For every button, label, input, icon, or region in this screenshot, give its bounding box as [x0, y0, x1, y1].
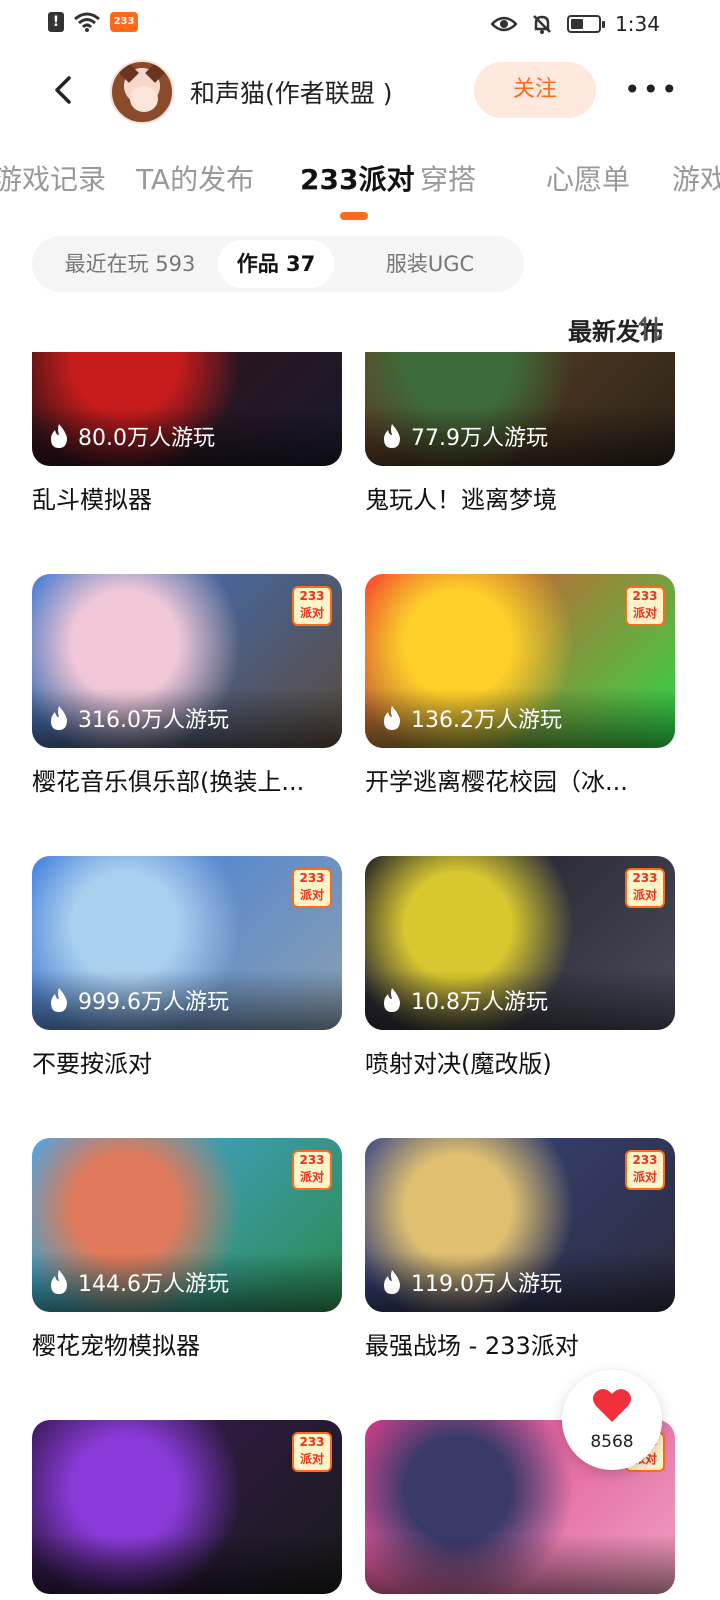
game-title[interactable]: 樱花宠物模拟器 [32, 1326, 342, 1361]
status-bar: ! 233 1:34 [0, 0, 720, 48]
game-title[interactable]: 最强战场 - 233派对 [365, 1326, 675, 1361]
chevron-left-icon [55, 76, 71, 104]
tab-outfits[interactable]: 穿搭 [420, 158, 476, 198]
game-card[interactable]: 233派对 10.8万人游玩喷射对决(魔改版) [365, 856, 675, 1079]
play-count: 136.2万人游玩 [381, 702, 562, 734]
party-badge-icon: 233派对 [292, 586, 332, 626]
party-badge-icon: 233派对 [292, 1150, 332, 1190]
game-card[interactable]: 233派对 136.2万人游玩开学逃离樱花校园（冰... [365, 574, 675, 797]
alert-icon: ! [48, 12, 64, 32]
game-title[interactable]: 开学逃离樱花校园（冰... [365, 762, 675, 797]
heart-icon [593, 1388, 631, 1422]
play-count: 316.0万人游玩 [48, 702, 229, 734]
party-badge-icon: 233派对 [625, 868, 665, 908]
game-thumbnail[interactable]: 233派对 10.8万人游玩 [365, 856, 675, 1030]
game-title[interactable]: 喷射对决(魔改版) [365, 1044, 675, 1079]
tab-233-party[interactable]: 233派对 [300, 158, 414, 198]
like-button[interactable]: 8568 [562, 1370, 662, 1470]
game-thumbnail[interactable]: 233派对 136.2万人游玩 [365, 574, 675, 748]
game-thumbnail[interactable]: 233派对 144.6万人游玩 [32, 1138, 342, 1312]
party-badge-icon: 233派对 [625, 1150, 665, 1190]
tab-wishlist[interactable]: 心愿单 [546, 158, 630, 198]
eye-icon [491, 16, 518, 32]
back-button[interactable] [44, 70, 84, 110]
flame-icon [51, 988, 67, 1012]
flame-icon [384, 424, 400, 448]
mute-bell-icon [533, 15, 551, 34]
follow-button[interactable]: 关注 [474, 62, 596, 118]
tab-publications[interactable]: TA的发布 [136, 158, 254, 198]
app-notification-icon: 233 [110, 12, 138, 32]
tab-game-records[interactable]: 游戏记录 [0, 158, 106, 198]
filter-works[interactable]: 作品 37 [218, 240, 334, 288]
play-count-text: 136.2万人游玩 [411, 708, 562, 733]
game-card[interactable]: 233派对 144.6万人游玩樱花宠物模拟器 [32, 1138, 342, 1361]
party-badge-icon: 233派对 [625, 586, 665, 626]
game-title[interactable]: 鬼玩人！逃离梦境 [365, 480, 675, 515]
flame-icon [384, 1270, 400, 1294]
game-thumbnail[interactable]: 233派对 119.0万人游玩 [365, 1138, 675, 1312]
filter-recent[interactable]: 最近在玩 593 [40, 240, 220, 288]
flame-icon [51, 1270, 67, 1294]
more-options-icon[interactable]: ••• [624, 76, 680, 104]
profile-tabs: 游戏记录 TA的发布 233派对 穿搭 心愿单 游戏 [0, 150, 720, 222]
game-title[interactable]: 乱斗模拟器 [32, 480, 342, 515]
play-count-text: 999.6万人游玩 [78, 990, 229, 1015]
game-thumbnail[interactable]: 233派对 999.6万人游玩 [32, 856, 342, 1030]
party-badge-icon: 233派对 [292, 1432, 332, 1472]
username: 和声猫(作者联盟 ) [190, 79, 393, 108]
party-badge-icon: 233派对 [292, 868, 332, 908]
game-title[interactable]: 不要按派对 [32, 1044, 342, 1079]
play-count: 999.6万人游玩 [48, 984, 229, 1016]
play-count-text: 80.0万人游玩 [78, 426, 215, 451]
play-count: 119.0万人游玩 [381, 1266, 562, 1298]
play-count: 10.8万人游玩 [381, 984, 548, 1016]
flame-icon [51, 424, 67, 448]
play-count-text: 316.0万人游玩 [78, 708, 229, 733]
game-thumbnail[interactable]: 233派对80.0万人游玩 [32, 352, 342, 466]
content-filter: 最近在玩 593 作品 37 服装UGC [32, 236, 524, 292]
wifi-icon [74, 12, 100, 32]
tab-games[interactable]: 游戏 [672, 158, 720, 198]
battery-icon [567, 15, 606, 33]
play-count-text: 119.0万人游玩 [411, 1272, 562, 1297]
game-card[interactable]: 233派对 119.0万人游玩最强战场 - 233派对 [365, 1138, 675, 1361]
tab-indicator [340, 212, 368, 220]
filter-outfit-ugc[interactable]: 服装UGC [354, 240, 506, 288]
avatar[interactable] [110, 60, 174, 124]
play-count-text: 77.9万人游玩 [411, 426, 548, 451]
flame-icon [384, 988, 400, 1012]
clock: 1:34 [615, 12, 660, 36]
play-count: 77.9万人游玩 [381, 420, 548, 452]
game-thumbnail[interactable]: 233派对77.9万人游玩 [365, 352, 675, 466]
game-thumbnail[interactable]: 233派对 [32, 1420, 342, 1594]
play-count: 80.0万人游玩 [48, 420, 215, 452]
game-thumbnail[interactable]: 233派对 316.0万人游玩 [32, 574, 342, 748]
sort-icon[interactable] [636, 314, 666, 344]
like-count: 8568 [590, 1432, 634, 1452]
game-card[interactable]: 233派对77.9万人游玩鬼玩人！逃离梦境 [365, 352, 675, 515]
game-card[interactable]: 233派对 316.0万人游玩樱花音乐俱乐部(换装上... [32, 574, 342, 797]
play-count-text: 10.8万人游玩 [411, 990, 548, 1015]
game-card[interactable]: 233派对 999.6万人游玩不要按派对 [32, 856, 342, 1079]
flame-icon [51, 706, 67, 730]
game-card[interactable]: 233派对 [32, 1420, 342, 1600]
profile-header: 和声猫(作者联盟 ) 关注 ••• [0, 56, 720, 128]
flame-icon [384, 706, 400, 730]
play-count-text: 144.6万人游玩 [78, 1272, 229, 1297]
game-card[interactable]: 233派对80.0万人游玩乱斗模拟器 [32, 352, 342, 515]
game-title[interactable]: 樱花音乐俱乐部(换装上... [32, 762, 342, 797]
play-count: 144.6万人游玩 [48, 1266, 229, 1298]
